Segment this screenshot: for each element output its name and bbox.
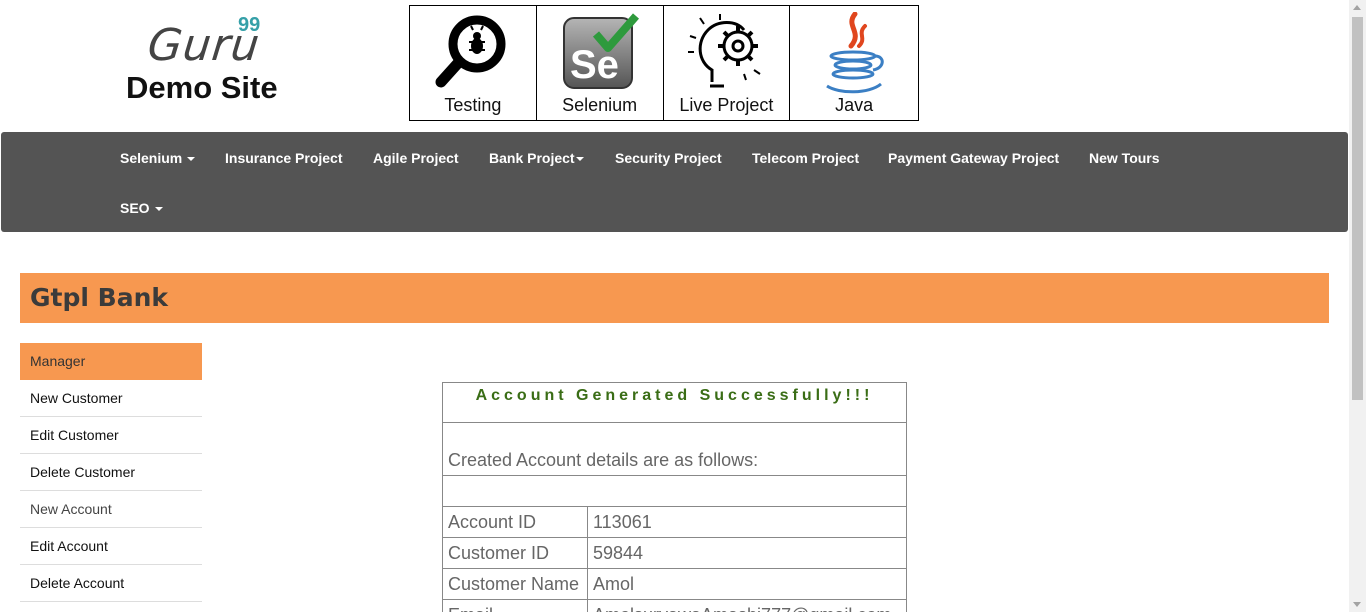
- nav-new-tours[interactable]: New Tours: [1089, 150, 1160, 166]
- bank-title: Gtpl Bank: [30, 283, 168, 312]
- course-tiles: Testing Se Selenium Live Project Java: [409, 5, 919, 121]
- sidebar-item-new-customer[interactable]: New Customer: [20, 380, 202, 417]
- main-navbar: Selenium Insurance Project Agile Project…: [1, 132, 1348, 232]
- nav-label: Selenium: [120, 150, 183, 166]
- logo-demo-site: Demo Site: [126, 70, 278, 105]
- table-row: Email AmolsuryawaAmashi777@gmail.com: [442, 599, 907, 612]
- tile-live-project[interactable]: Live Project: [664, 6, 791, 120]
- nav-bank-project[interactable]: Bank Project: [489, 150, 584, 166]
- scroll-thumb[interactable]: [1352, 17, 1363, 400]
- table-row: Created Account details are as follows:: [442, 422, 907, 476]
- bug-magnifier-icon: [435, 15, 506, 88]
- bank-header-bar: Gtpl Bank: [20, 273, 1329, 323]
- tile-testing[interactable]: Testing: [410, 6, 537, 120]
- sidebar-item-edit-account[interactable]: Edit Account: [20, 528, 202, 565]
- java-icon: [826, 12, 884, 94]
- table-row: [442, 475, 907, 507]
- caret-down-icon: [187, 157, 196, 162]
- nav-label: New Tours: [1089, 150, 1160, 166]
- page-scrollbar[interactable]: [1349, 0, 1366, 612]
- account-details-table: Account Generated Successfully!!! Create…: [442, 382, 907, 612]
- table-row: Account ID 113061: [442, 506, 907, 538]
- tile-label: Live Project: [679, 95, 774, 115]
- email-label: Email: [442, 599, 588, 612]
- caret-down-icon: [154, 207, 163, 212]
- sidebar-item-delete-customer[interactable]: Delete Customer: [20, 454, 202, 491]
- account-id-label: Account ID: [442, 506, 588, 538]
- nav-security-project[interactable]: Security Project: [615, 150, 722, 166]
- customer-name-value: Amol: [587, 568, 907, 600]
- customer-name-label: Customer Name: [442, 568, 588, 600]
- nav-label: SEO: [120, 200, 150, 216]
- table-row: Customer ID 59844: [442, 537, 907, 569]
- table-row: Account Generated Successfully!!!: [442, 382, 907, 423]
- nav-telecom-project[interactable]: Telecom Project: [752, 150, 859, 166]
- nav-label: Security Project: [615, 150, 722, 166]
- nav-label: Bank Project: [489, 150, 575, 166]
- nav-label: Insurance Project: [225, 150, 343, 166]
- tile-label: Java: [835, 95, 874, 115]
- details-subheading: Created Account details are as follows:: [442, 422, 907, 476]
- customer-id-label: Customer ID: [442, 537, 588, 569]
- tile-label: Selenium: [562, 95, 638, 115]
- nav-seo[interactable]: SEO: [120, 200, 163, 216]
- table-row: Customer Name Amol: [442, 568, 907, 600]
- nav-insurance-project[interactable]: Insurance Project: [225, 150, 343, 166]
- customer-id-value: 59844: [587, 537, 907, 569]
- scroll-up-arrow-icon[interactable]: [1353, 5, 1361, 10]
- tile-label: Testing: [444, 95, 502, 115]
- tile-selenium[interactable]: Se Selenium: [537, 6, 664, 120]
- sidebar-item-manager[interactable]: Manager: [20, 343, 202, 380]
- sidebar-item-edit-customer[interactable]: Edit Customer: [20, 417, 202, 454]
- logo-superscript: 99: [238, 14, 261, 36]
- sidebar-item-delete-account[interactable]: Delete Account: [20, 565, 202, 602]
- nav-payment-gateway-project[interactable]: Payment Gateway Project: [888, 150, 1059, 166]
- success-heading: Account Generated Successfully!!!: [442, 382, 907, 423]
- empty-cell: [442, 475, 907, 507]
- email-value: AmolsuryawaAmashi777@gmail.com: [587, 599, 907, 612]
- nav-agile-project[interactable]: Agile Project: [373, 150, 459, 166]
- scroll-down-arrow-icon[interactable]: [1353, 602, 1361, 607]
- tile-java[interactable]: Java: [790, 6, 918, 120]
- account-id-value: 113061: [587, 506, 907, 538]
- caret-down-icon: [575, 157, 584, 162]
- site-logo[interactable]: Guru 99 Demo Site: [126, 14, 296, 114]
- selenium-icon: Se: [562, 13, 639, 89]
- nav-label: Telecom Project: [752, 150, 860, 166]
- gear-bulb-icon: [688, 14, 761, 88]
- sidebar-item-new-account[interactable]: New Account: [20, 491, 202, 528]
- nav-label: Payment Gateway Project: [888, 150, 1060, 166]
- nav-label: Agile Project: [373, 150, 459, 166]
- manager-sidebar: Manager New Customer Edit Customer Delet…: [20, 343, 202, 602]
- nav-selenium[interactable]: Selenium: [120, 150, 196, 166]
